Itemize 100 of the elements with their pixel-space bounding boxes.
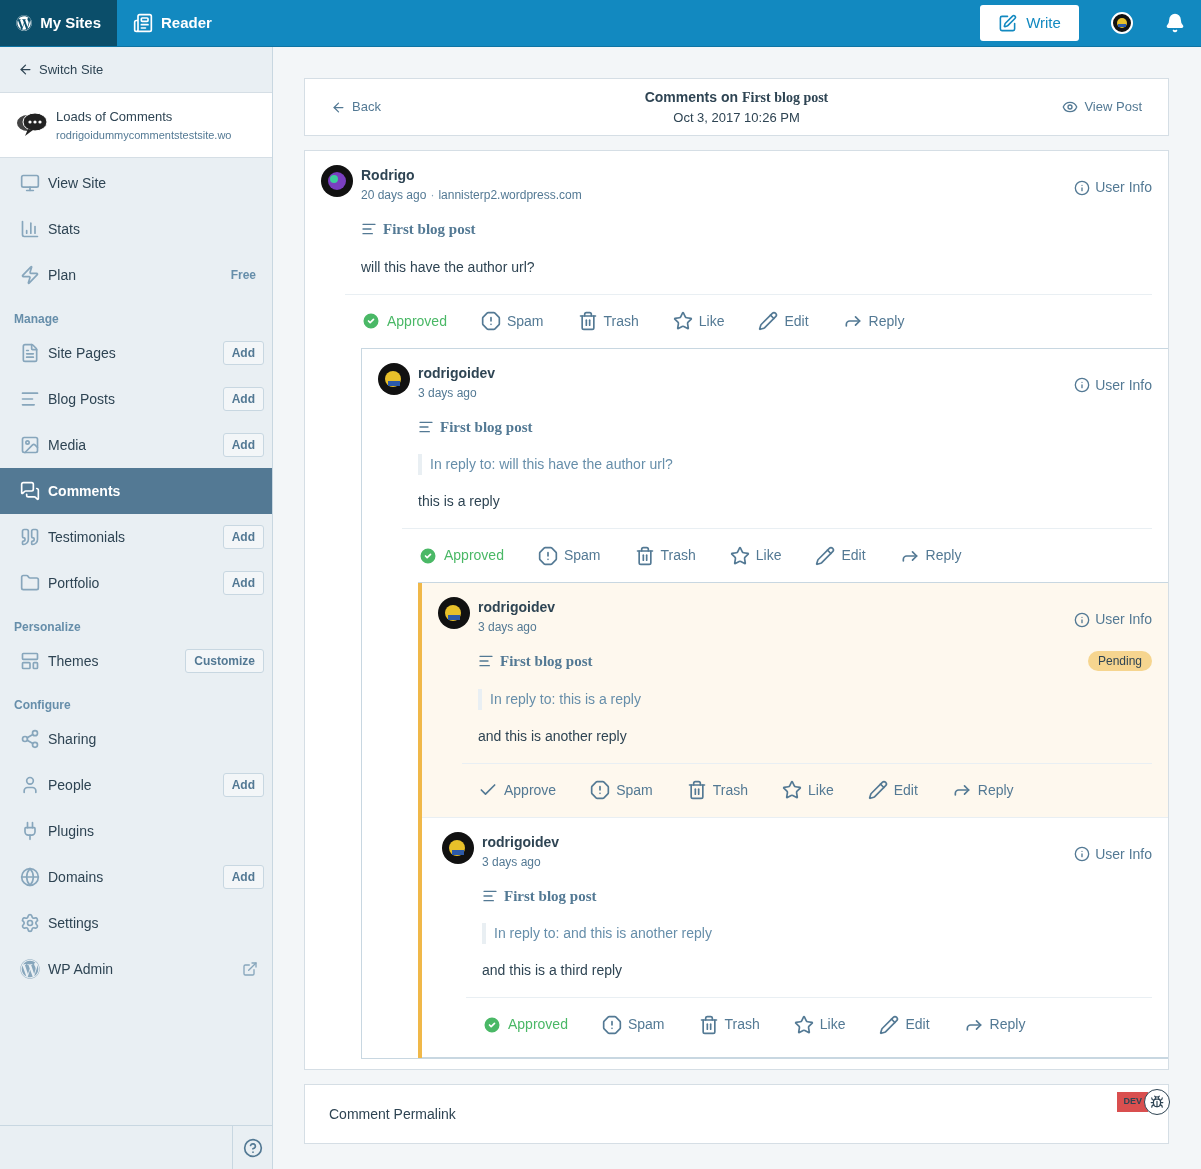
sidebar-item[interactable]: Blog Posts Add — [0, 376, 272, 422]
edit-action[interactable]: Edit — [758, 310, 809, 332]
user-info-link[interactable]: User Info — [1074, 374, 1152, 396]
view-post-link[interactable]: View Post — [1002, 97, 1142, 117]
check-circle-icon — [482, 1014, 502, 1035]
add-button[interactable]: Add — [222, 525, 264, 549]
write-button[interactable]: Write — [980, 5, 1079, 41]
masterbar-tab[interactable]: Reader — [117, 0, 228, 46]
wordpress-logo-icon — [20, 959, 40, 979]
masterbar-tab[interactable]: My Sites — [0, 0, 117, 46]
edit-action[interactable]: Edit — [867, 779, 918, 801]
like-action[interactable]: Like — [793, 1014, 846, 1035]
spam-action[interactable]: Spam — [590, 779, 653, 801]
site-name: Loads of Comments — [56, 108, 174, 126]
sidebar-item[interactable]: Site Pages Add — [0, 330, 272, 376]
sidebar-item-label: Media — [48, 435, 88, 455]
sidebar-item-label: Comments — [48, 481, 122, 501]
approve-action[interactable]: Approved — [361, 310, 447, 332]
user-info-link[interactable]: User Info — [1074, 843, 1152, 865]
switch-site-link[interactable]: Switch Site — [18, 59, 104, 80]
reply-action[interactable]: Reply — [899, 545, 962, 566]
lines-icon — [20, 389, 40, 409]
sidebar-item-label: Stats — [48, 219, 81, 239]
post-title-link[interactable]: First blog post — [482, 884, 1152, 907]
sidebar-item[interactable]: Themes Customize — [0, 638, 272, 684]
add-button[interactable]: Customize — [185, 649, 264, 673]
comment-text: and this is a third reply — [482, 961, 624, 980]
sidebar-item-label: Plan — [48, 265, 78, 285]
permalink-heading: Comment Permalink — [329, 1104, 456, 1124]
spam-action[interactable]: Spam — [601, 1014, 665, 1035]
add-button[interactable]: Add — [222, 387, 264, 411]
add-button[interactable]: Add — [222, 433, 264, 457]
spam-action[interactable]: Spam — [537, 545, 601, 566]
trash-action[interactable]: Trash — [577, 310, 639, 332]
sidebar-item[interactable]: Portfolio Add — [0, 560, 272, 606]
edit-action[interactable]: Edit — [815, 545, 866, 566]
add-button[interactable]: Add — [222, 865, 264, 889]
quote-icon — [20, 527, 40, 547]
site-card[interactable]: Loads of Comments rodrigoidummycommentstestsite.wo — [0, 93, 272, 158]
bug-button[interactable] — [1144, 1089, 1170, 1115]
notifications-icon[interactable] — [1165, 13, 1185, 33]
page-title: Comments on First blog post — [644, 87, 829, 107]
trash-action[interactable]: Trash — [698, 1014, 760, 1035]
like-action[interactable]: Like — [672, 310, 725, 332]
bar-chart-icon — [20, 219, 40, 239]
trash-action[interactable]: Trash — [634, 545, 696, 566]
post-title-link[interactable]: First blog post — [478, 650, 1088, 673]
sidebar-item[interactable]: Sharing — [0, 716, 272, 762]
post-title-link[interactable]: First blog post — [361, 218, 1152, 241]
approve-action[interactable]: Approved — [482, 1014, 568, 1035]
approve-action[interactable]: Approve — [478, 779, 557, 801]
star-icon — [729, 545, 750, 566]
bolt-icon — [20, 265, 40, 285]
author-name: rodrigoidev — [482, 832, 560, 852]
sidebar-item[interactable]: Plugins — [0, 808, 272, 854]
sidebar-item[interactable]: Comments — [0, 468, 272, 514]
section-heading: Configure — [13, 697, 72, 714]
newspaper-icon — [133, 13, 153, 33]
sidebar-item[interactable]: People Add — [0, 762, 272, 808]
avatar — [442, 831, 474, 864]
post-title-link[interactable]: First blog post — [418, 415, 1152, 438]
spam-action[interactable]: Spam — [480, 310, 544, 332]
author-url-link[interactable]: lannisterp2.wordpress.com — [438, 186, 582, 204]
reply-action[interactable]: Reply — [842, 310, 905, 332]
sidebar-item[interactable]: Testimonials Add — [0, 514, 272, 560]
share-icon — [20, 729, 40, 749]
add-button[interactable]: Add — [222, 571, 264, 595]
edit-action[interactable]: Edit — [879, 1014, 930, 1035]
help-icon — [242, 1137, 263, 1158]
user-info-link[interactable]: User Info — [1074, 177, 1152, 198]
like-action[interactable]: Like — [782, 779, 834, 801]
user-info-link[interactable]: User Info — [1074, 609, 1152, 630]
pencil-icon — [879, 1014, 900, 1035]
comment-text: will this have the author url? — [361, 257, 536, 277]
approve-action[interactable]: Approved — [418, 545, 504, 566]
back-link[interactable]: Back — [331, 97, 471, 117]
layout-icon — [20, 651, 40, 671]
sidebar-item-label: Themes — [48, 651, 100, 671]
comment-text: this is a reply — [418, 492, 501, 511]
sidebar-item[interactable]: Plan Free — [0, 252, 272, 298]
sidebar-item[interactable]: Media Add — [0, 422, 272, 468]
profile-button[interactable] — [1111, 12, 1133, 34]
reply-action[interactable]: Reply — [963, 1014, 1026, 1035]
sidebar-item[interactable]: Domains Add — [0, 854, 272, 900]
sidebar-item-label: Blog Posts — [48, 389, 116, 409]
pencil-icon — [867, 780, 888, 800]
trash-action[interactable]: Trash — [686, 779, 748, 801]
sidebar-item-label: Plugins — [48, 821, 95, 841]
like-action[interactable]: Like — [729, 545, 782, 566]
sidebar-item[interactable]: Settings — [0, 900, 272, 946]
image-icon — [20, 435, 40, 455]
sidebar-item[interactable]: View Site — [0, 160, 272, 206]
wordpress-logo-icon — [16, 13, 33, 33]
add-button[interactable]: Add — [222, 341, 264, 365]
pencil-icon — [758, 311, 779, 331]
reply-action[interactable]: Reply — [951, 779, 1014, 801]
add-button[interactable]: Add — [222, 773, 264, 797]
star-icon — [782, 780, 802, 800]
sidebar-item[interactable]: Stats — [0, 206, 272, 252]
sidebar-item[interactable]: WP Admin — [0, 946, 272, 992]
